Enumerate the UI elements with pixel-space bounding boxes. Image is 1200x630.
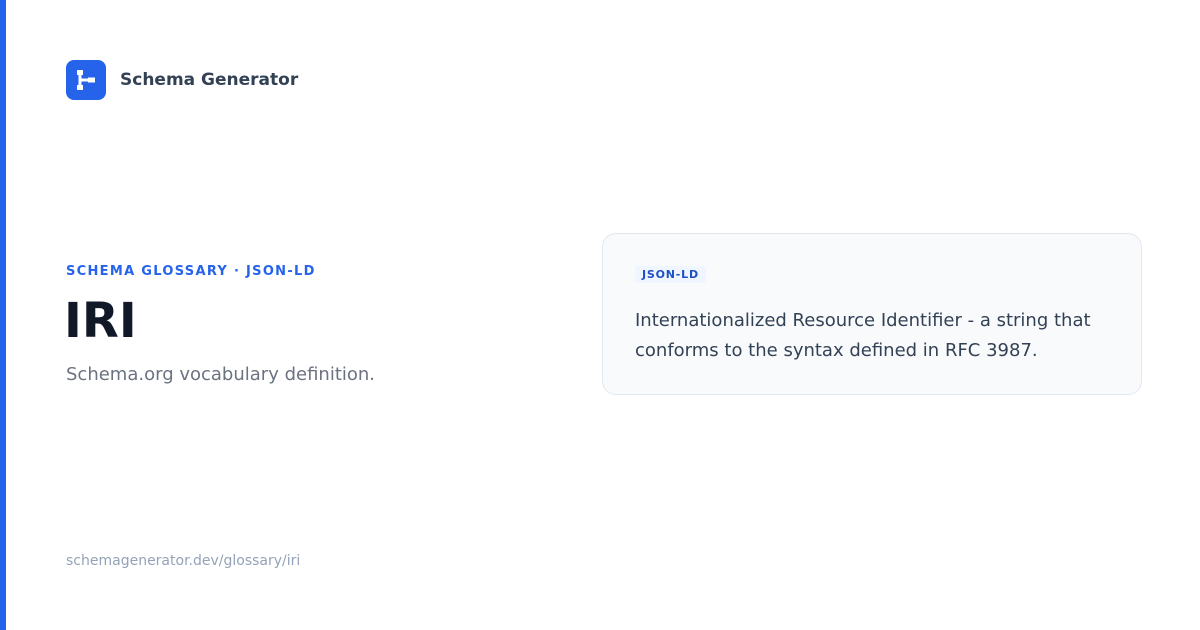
page-url: schemagenerator.dev/glossary/iri: [66, 553, 301, 569]
definition-text: Internationalized Resource Identifier - …: [635, 310, 1091, 361]
category-tag: JSON-LD: [635, 266, 706, 283]
definition-card: JSON-LD Internationalized Resource Ident…: [602, 233, 1142, 395]
brand-name: Schema Generator: [120, 70, 299, 90]
accent-bar: [0, 0, 6, 630]
page-subtitle: Schema.org vocabulary definition.: [66, 364, 376, 385]
page-title: IRI: [64, 293, 137, 349]
brand: Schema Generator: [66, 60, 298, 100]
schema-tree-icon: [66, 60, 106, 100]
glossary-kicker: SCHEMA GLOSSARY · JSON-LD: [66, 264, 316, 279]
